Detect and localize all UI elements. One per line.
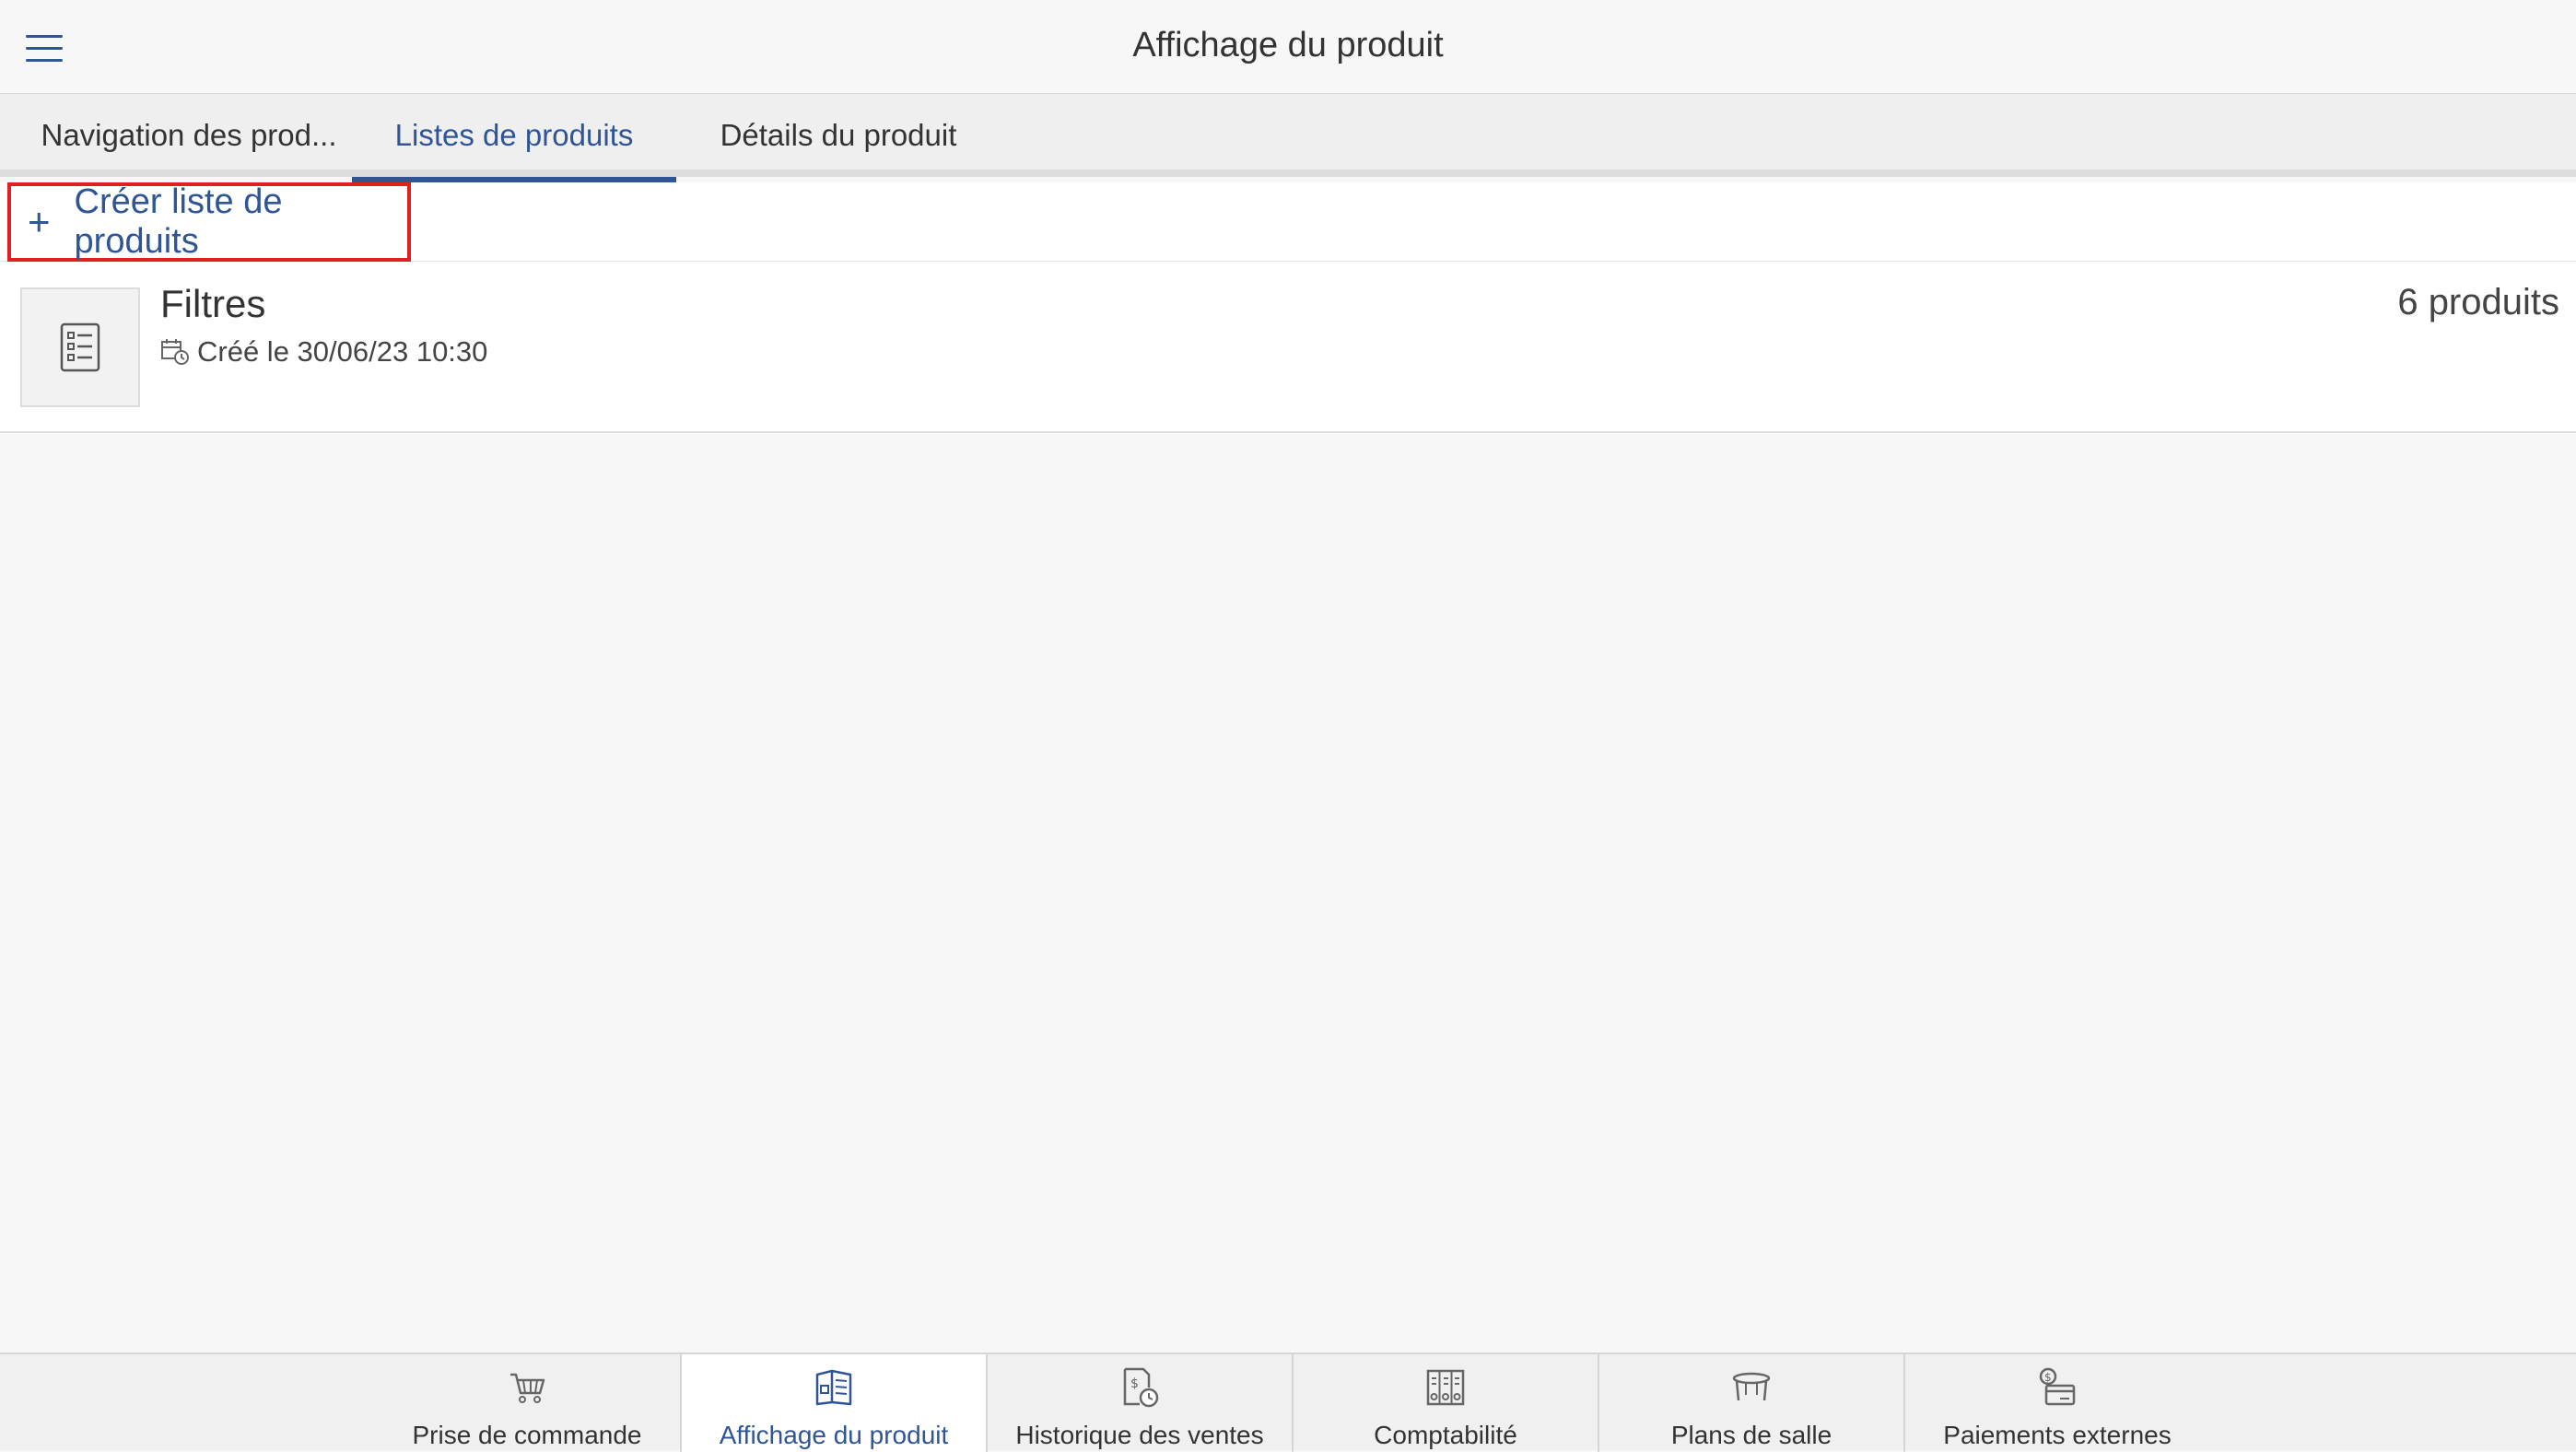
calendar-clock-icon <box>161 339 189 365</box>
product-list-created-text: Créé le 30/06/23 10:30 <box>197 335 488 368</box>
tab-listes-de-produits[interactable]: Listes de produits <box>352 94 676 184</box>
product-count: 6 produits <box>2397 282 2559 322</box>
svg-text:$: $ <box>2044 1371 2052 1384</box>
plus-icon: + <box>28 200 51 243</box>
tab-details-du-produit[interactable]: Détails du produit <box>698 94 978 177</box>
nav-label: Comptabilité <box>1374 1421 1517 1449</box>
external-payment-icon: $ <box>2039 1367 2076 1406</box>
product-list-title: Filtres <box>160 282 266 325</box>
cart-icon <box>510 1373 545 1403</box>
nav-affichage-du-produit[interactable]: Affichage du produit <box>680 1354 986 1452</box>
nav-prise-de-commande[interactable]: Prise de commande <box>374 1354 680 1452</box>
checklist-icon <box>20 287 140 407</box>
tab-bar: Navigation des prod... Listes de produit… <box>0 94 2576 184</box>
accounting-icon <box>1426 1369 1465 1406</box>
create-list-row: + Créer liste de produits <box>0 182 2576 262</box>
table-icon <box>1732 1372 1771 1401</box>
create-product-list-label: Créer liste de produits <box>74 182 283 261</box>
svg-text:$: $ <box>1130 1376 1139 1391</box>
page-title: Affichage du produit <box>1132 26 1444 64</box>
nav-plans-de-salle[interactable]: Plans de salle <box>1598 1354 1903 1452</box>
create-product-list-button[interactable]: + Créer liste de produits <box>7 182 411 262</box>
nav-label: Paiements externes <box>1943 1421 2172 1449</box>
bottom-navigation: Prise de commande Affichage du produit $… <box>0 1352 2576 1452</box>
tab-navigation-produits[interactable]: Navigation des prod... <box>37 94 341 177</box>
product-list-item[interactable]: Filtres Créé le 30/06/23 10:30 6 produit… <box>0 262 2576 433</box>
nav-label: Prise de commande <box>412 1421 642 1449</box>
sales-history-icon: $ <box>1123 1367 1159 1408</box>
nav-label: Affichage du produit <box>719 1421 949 1449</box>
product-display-icon <box>815 1369 852 1406</box>
nav-historique-des-ventes[interactable]: $ Historique des ventes <box>986 1354 1292 1452</box>
top-bar: Affichage du produit <box>0 0 2576 94</box>
nav-paiements-externes[interactable]: $ Paiements externes <box>1903 1354 2209 1452</box>
nav-label: Plans de salle <box>1670 1421 1832 1449</box>
nav-label: Historique des ventes <box>1015 1421 1264 1449</box>
product-list-created: Créé le 30/06/23 10:30 <box>160 335 487 369</box>
nav-comptabilite[interactable]: Comptabilité <box>1292 1354 1598 1452</box>
